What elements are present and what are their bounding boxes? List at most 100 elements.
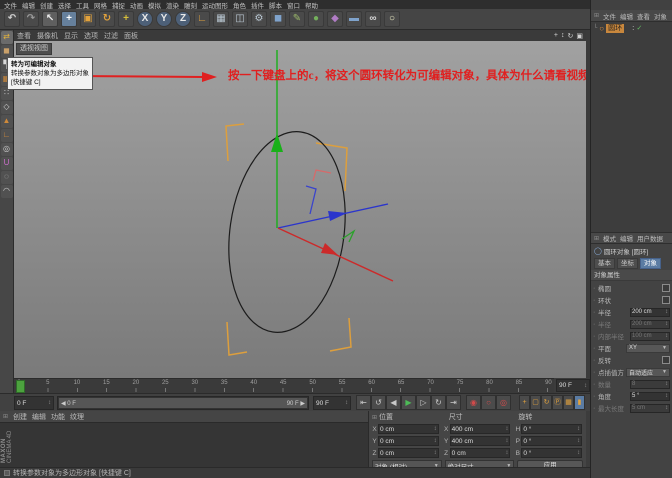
- key-position-button[interactable]: +: [519, 395, 530, 410]
- object-manager-menu-4[interactable]: 对象: [654, 11, 667, 21]
- material-menu-1[interactable]: 创建: [13, 412, 27, 422]
- stepper-icon[interactable]: ↕: [665, 333, 668, 339]
- size-Z-field[interactable]: 0 cm ↕: [449, 448, 511, 458]
- viewport-menu-1[interactable]: 查看: [17, 31, 31, 41]
- record-keyframe-button[interactable]: ◉: [466, 395, 481, 410]
- stepper-icon[interactable]: ↕: [505, 450, 508, 456]
- stepper-icon[interactable]: ↕: [665, 381, 668, 387]
- previous-frame-button[interactable]: ◀: [386, 395, 401, 410]
- workplane-snap-button[interactable]: ◠: [0, 185, 13, 198]
- attribute-tab-3[interactable]: 对象: [640, 257, 661, 269]
- coordinate-system-button[interactable]: ∟: [194, 11, 210, 27]
- property-checkbox[interactable]: [662, 356, 670, 364]
- range-right-arrow-icon[interactable]: ▶: [299, 401, 305, 407]
- viewport-menu-4[interactable]: 选项: [84, 31, 98, 41]
- z-axis-arrowhead[interactable]: [328, 211, 347, 221]
- render-settings-button[interactable]: ⚙: [251, 11, 267, 27]
- spline-pen-button[interactable]: ✎: [289, 11, 305, 27]
- stepper-icon[interactable]: ↕: [434, 450, 437, 456]
- play-button[interactable]: ▶: [401, 395, 416, 410]
- rotate-button[interactable]: ↻: [99, 11, 115, 27]
- stepper-icon[interactable]: ↕: [577, 426, 580, 432]
- panel-grid-icon[interactable]: ⊞: [372, 414, 377, 421]
- goto-start-button[interactable]: ⇤: [356, 395, 371, 410]
- stepper-icon[interactable]: ↕: [584, 383, 587, 389]
- viewport-menu-6[interactable]: 面板: [124, 31, 138, 41]
- preview-range-slider[interactable]: ◀ 0 F 90 F ▶: [57, 396, 309, 410]
- key-scale-button[interactable]: ▢: [530, 395, 541, 410]
- move-button[interactable]: +: [61, 11, 77, 27]
- property-field[interactable]: 8 ↕: [630, 379, 670, 389]
- keyframe-selection-button[interactable]: ◎: [496, 395, 511, 410]
- position-Y-field[interactable]: 0 cm ↕: [378, 436, 439, 446]
- pan-view-icon[interactable]: +: [554, 32, 558, 40]
- attribute-manager-menu-3[interactable]: 用户数据: [637, 233, 663, 243]
- object-manager-menu-3[interactable]: 查看: [637, 11, 650, 21]
- next-key-button[interactable]: ↻: [431, 395, 446, 410]
- end-frame-field[interactable]: 90 F ↕: [313, 396, 351, 410]
- live-selection-button[interactable]: ↖: [42, 11, 58, 27]
- redo-button[interactable]: ↷: [23, 11, 39, 27]
- material-menu-4[interactable]: 纹理: [70, 412, 84, 422]
- viewport-menu-2[interactable]: 摄像机: [37, 31, 58, 41]
- keyframe-mode-button[interactable]: ▮: [574, 395, 585, 410]
- previous-key-button[interactable]: ↺: [371, 395, 386, 410]
- deformer-button[interactable]: ◆: [327, 11, 343, 27]
- timeline-ruler[interactable]: 051015202530354045505560657075808590: [14, 378, 554, 393]
- stepper-icon[interactable]: ↕: [434, 426, 437, 432]
- key-pla-button[interactable]: ▦: [563, 395, 574, 410]
- position-Z-field[interactable]: 0 cm ↕: [378, 448, 439, 458]
- plane-handle-xy[interactable]: [312, 169, 332, 182]
- undo-button[interactable]: ↶: [4, 11, 20, 27]
- property-checkbox[interactable]: [662, 296, 670, 304]
- axis-mode-button[interactable]: ∟: [0, 129, 13, 142]
- key-parameter-button[interactable]: Ⓟ: [552, 395, 563, 410]
- size-Y-field[interactable]: 400 cm ↕: [449, 436, 511, 446]
- lock-y-button[interactable]: Y: [156, 11, 172, 27]
- panel-grid-icon[interactable]: ⊞: [3, 413, 8, 420]
- y-axis-arrowhead[interactable]: [271, 133, 283, 152]
- visibility-dots-icon[interactable]: :: [632, 25, 634, 32]
- toggle-view-icon[interactable]: ▣: [576, 32, 583, 40]
- x-axis-arrowhead[interactable]: [321, 243, 338, 255]
- material-menu-3[interactable]: 功能: [51, 412, 65, 422]
- stepper-icon[interactable]: ↕: [345, 400, 348, 406]
- stepper-icon[interactable]: ↕: [505, 426, 508, 432]
- rotation-B-field[interactable]: 0 ° ↕: [521, 448, 583, 458]
- timeline-playhead[interactable]: [16, 380, 25, 393]
- property-field[interactable]: 5 cm ↕: [630, 403, 670, 413]
- property-field[interactable]: 200 cm ↕: [630, 319, 670, 329]
- object-row[interactable]: └ ○ 圆环: ✓: [591, 22, 672, 34]
- view-label[interactable]: 透视视图: [16, 43, 52, 55]
- object-manager-menu-1[interactable]: 文件: [603, 11, 616, 21]
- attribute-manager-menu-2[interactable]: 编辑: [620, 233, 633, 243]
- attribute-manager-menu-1[interactable]: 模式: [603, 233, 616, 243]
- stepper-icon[interactable]: ↕: [434, 438, 437, 444]
- last-tool-button[interactable]: +: [118, 11, 134, 27]
- snap-button[interactable]: U: [0, 157, 13, 170]
- property-dropdown[interactable]: XY ▼: [626, 343, 670, 353]
- convert-editable-button[interactable]: ⇄: [0, 31, 13, 44]
- property-checkbox[interactable]: [662, 284, 670, 292]
- stepper-icon[interactable]: ↕: [577, 450, 580, 456]
- rotate-view-icon[interactable]: ↻: [568, 32, 574, 40]
- stepper-icon[interactable]: ↕: [48, 400, 51, 406]
- enabled-check-icon[interactable]: ✓: [636, 24, 642, 32]
- zoom-view-icon[interactable]: ↕: [561, 32, 565, 40]
- rotation-H-field[interactable]: 0 ° ↕: [521, 424, 583, 434]
- solo-mode-button[interactable]: ◎: [0, 143, 13, 156]
- key-rotation-button[interactable]: ↻: [541, 395, 552, 410]
- goto-end-button[interactable]: ⇥: [446, 395, 461, 410]
- stepper-icon[interactable]: ↕: [665, 393, 668, 399]
- stepper-icon[interactable]: ↕: [505, 438, 508, 444]
- lock-x-button[interactable]: X: [137, 11, 153, 27]
- stepper-icon[interactable]: ↕: [665, 405, 668, 411]
- position-X-field[interactable]: 0 cm ↕: [378, 424, 439, 434]
- object-name[interactable]: 圆环: [606, 23, 625, 33]
- material-menu-2[interactable]: 编辑: [32, 412, 46, 422]
- preview-range-bar[interactable]: ◀ 0 F 90 F ▶: [59, 398, 307, 408]
- property-dropdown[interactable]: 自动适应 ▼: [626, 367, 670, 377]
- floor-button[interactable]: ▬: [346, 11, 362, 27]
- property-field[interactable]: 100 cm ↕: [630, 331, 670, 341]
- viewport-menu-5[interactable]: 过滤: [104, 31, 118, 41]
